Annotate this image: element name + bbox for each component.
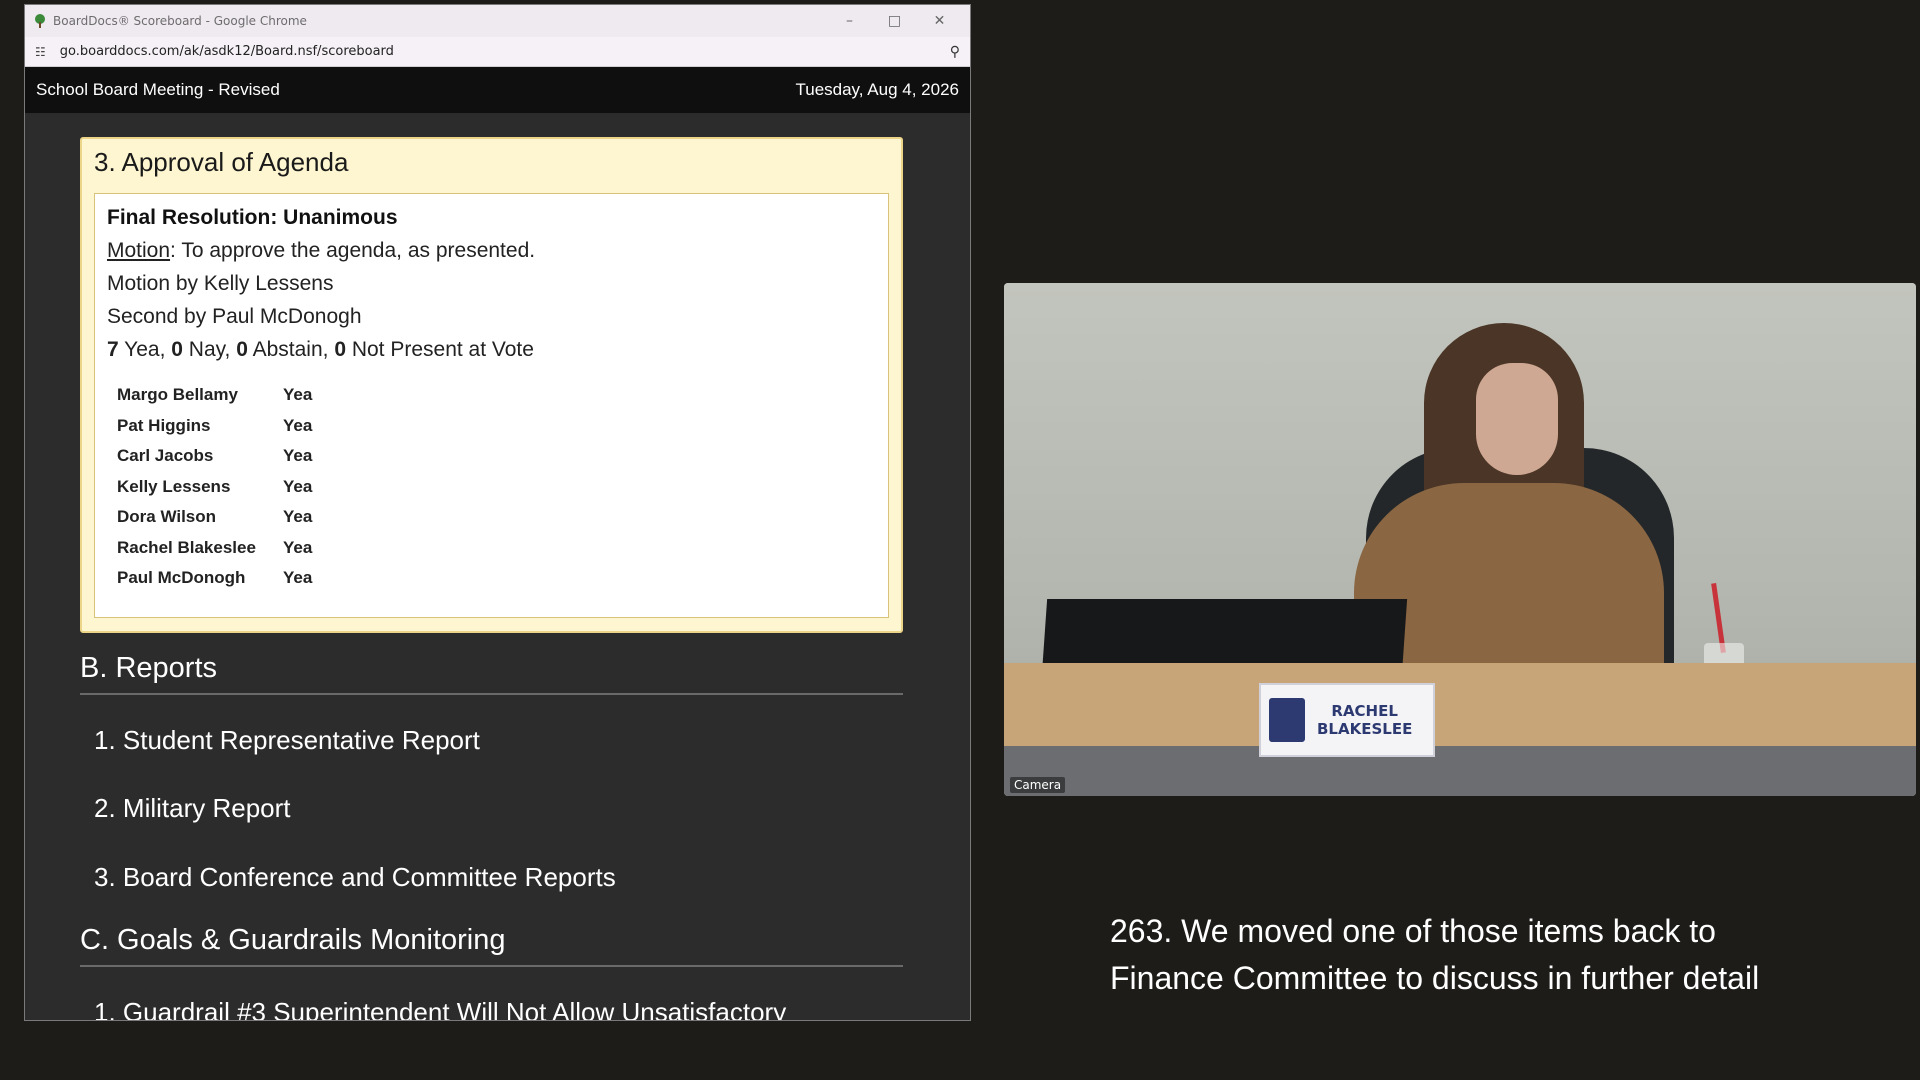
board-header: School Board Meeting - Revised Tuesday, … bbox=[25, 67, 970, 113]
agenda-item-guardrail-3[interactable]: 1. Guardrail #3 Superintendent Will Not … bbox=[94, 997, 786, 1020]
table-row: Margo Bellamy Yea bbox=[117, 380, 312, 411]
table-row: Dora Wilson Yea bbox=[117, 502, 312, 533]
voter-name: Carl Jacobs bbox=[117, 446, 214, 466]
window-title: BoardDocs® Scoreboard - Google Chrome bbox=[53, 14, 307, 28]
site-settings-icon[interactable]: ☷ bbox=[35, 45, 46, 59]
table-row: Carl Jacobs Yea bbox=[117, 441, 312, 472]
voter-vote: Yea bbox=[283, 415, 313, 435]
dais-desk bbox=[1004, 663, 1916, 746]
close-icon[interactable]: ✕ bbox=[917, 13, 962, 29]
not-present-count: 0 bbox=[334, 338, 346, 361]
browser-window: BoardDocs® Scoreboard - Google Chrome – … bbox=[24, 4, 971, 1021]
boarddocs-tree-icon bbox=[33, 14, 47, 28]
voter-name: Paul McDonogh bbox=[117, 568, 246, 588]
voter-vote: Yea bbox=[283, 568, 313, 588]
nameplate: RACHEL BLAKESLEE bbox=[1259, 683, 1435, 757]
table-row: Kelly Lessens Yea bbox=[117, 472, 312, 503]
motion-line: Motion: To approve the agenda, as presen… bbox=[107, 239, 876, 263]
voter-vote: Yea bbox=[283, 446, 313, 466]
meeting-title: School Board Meeting - Revised bbox=[36, 80, 280, 99]
zoom-icon[interactable]: ⚲ bbox=[950, 44, 960, 60]
section-heading-reports: B. Reports bbox=[80, 652, 903, 695]
vote-table: Margo Bellamy Yea Pat Higgins Yea Carl Jac… bbox=[117, 380, 312, 594]
current-agenda-card: 3. Approval of Agenda Final Resolution: … bbox=[80, 137, 903, 633]
nameplate-text: RACHEL BLAKESLEE bbox=[1317, 702, 1412, 738]
caption-line2: Finance Committee to discuss in further … bbox=[1110, 960, 1760, 996]
minimize-icon[interactable]: – bbox=[827, 13, 872, 29]
motion-text: : To approve the agenda, as presented. bbox=[170, 239, 536, 262]
nay-label: Nay, bbox=[182, 338, 237, 361]
voter-name: Rachel Blakeslee bbox=[117, 537, 256, 557]
yea-label: Yea, bbox=[118, 338, 172, 361]
voter-name: Kelly Lessens bbox=[117, 476, 231, 496]
camera-feed: RACHEL BLAKESLEE Camera bbox=[1004, 283, 1916, 796]
agenda-item-student-rep[interactable]: 1. Student Representative Report bbox=[94, 725, 480, 756]
resolution-box: Final Resolution: Unanimous Motion: To a… bbox=[94, 193, 889, 618]
nameplate-line1: RACHEL bbox=[1331, 702, 1398, 720]
not-present-label: Not Present at Vote bbox=[346, 338, 534, 361]
voter-name: Pat Higgins bbox=[117, 415, 211, 435]
voter-vote: Yea bbox=[283, 476, 313, 496]
final-resolution: Final Resolution: Unanimous bbox=[107, 206, 398, 229]
nay-count: 0 bbox=[171, 338, 183, 361]
table-row: Pat Higgins Yea bbox=[117, 411, 312, 442]
abstain-count: 0 bbox=[236, 338, 248, 361]
maximize-icon[interactable]: □ bbox=[872, 13, 917, 29]
second-by: Second by Paul McDonogh bbox=[107, 305, 362, 328]
section-heading-goals: C. Goals & Guardrails Monitoring bbox=[80, 924, 903, 967]
voter-name: Margo Bellamy bbox=[117, 385, 238, 405]
voter-vote: Yea bbox=[283, 507, 313, 527]
district-logo-icon bbox=[1269, 698, 1305, 742]
url-text[interactable]: go.boarddocs.com/ak/asdk12/Board.nsf/sco… bbox=[60, 44, 950, 59]
scoreboard-content[interactable]: 3. Approval of Agenda Final Resolution: … bbox=[25, 115, 970, 1020]
voter-vote: Yea bbox=[283, 537, 313, 557]
agenda-item-board-conference[interactable]: 3. Board Conference and Committee Report… bbox=[94, 862, 616, 893]
caption-line1: 263. We moved one of those items back to bbox=[1110, 913, 1716, 949]
nameplate-line2: BLAKESLEE bbox=[1317, 720, 1413, 738]
voter-vote: Yea bbox=[283, 385, 313, 405]
table-row: Rachel Blakeslee Yea bbox=[117, 533, 312, 564]
voter-name: Dora Wilson bbox=[117, 507, 217, 527]
dais-front bbox=[1004, 746, 1916, 796]
yea-count: 7 bbox=[107, 338, 119, 361]
camera-label: Camera bbox=[1010, 777, 1066, 793]
title-bar: BoardDocs® Scoreboard - Google Chrome – … bbox=[25, 5, 970, 37]
abstain-label: Abstain, bbox=[247, 338, 335, 361]
address-bar[interactable]: ☷ go.boarddocs.com/ak/asdk12/Board.nsf/s… bbox=[25, 37, 970, 67]
vote-tally: 7 Yea, 0 Nay, 0 Abstain, 0 Not Present a… bbox=[107, 338, 876, 362]
speaker-face bbox=[1476, 363, 1558, 475]
closed-caption: 263. We moved one of those items back to… bbox=[1110, 908, 1870, 1002]
motion-label: Motion bbox=[107, 239, 171, 262]
meeting-date: Tuesday, Aug 4, 2026 bbox=[795, 80, 959, 99]
table-row: Paul McDonogh Yea bbox=[117, 563, 312, 594]
motion-by: Motion by Kelly Lessens bbox=[107, 272, 334, 295]
agenda-item-military[interactable]: 2. Military Report bbox=[94, 793, 291, 824]
agenda-item-title: 3. Approval of Agenda bbox=[94, 147, 349, 177]
